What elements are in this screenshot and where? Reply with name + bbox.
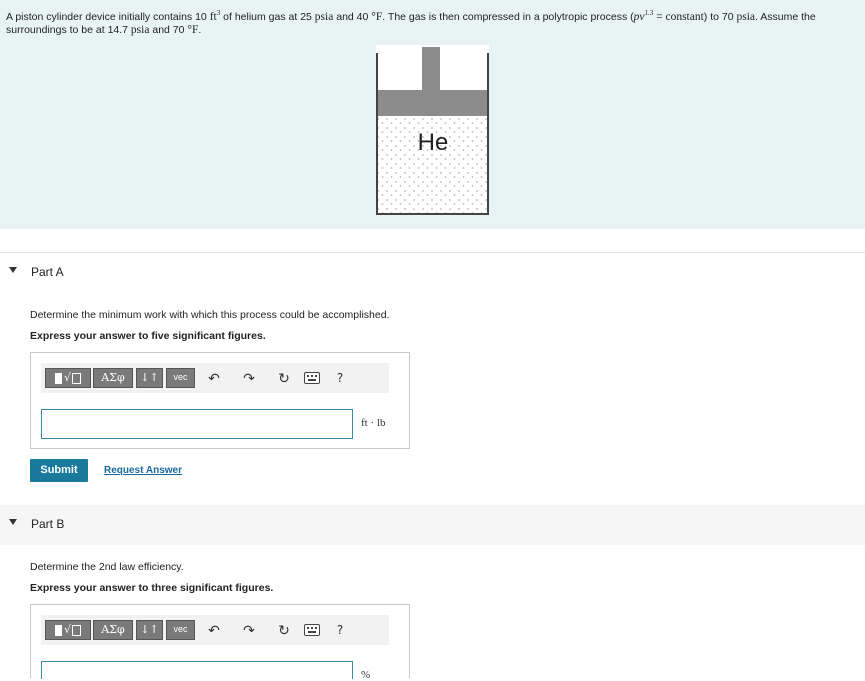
problem-text: and 40 — [333, 10, 372, 23]
part-a-answer-box: √ ΑΣφ ↓↑ vec ↶ ↷ ↻ ? ft · lb — [30, 352, 410, 449]
problem-statement: A piston cylinder device initially conta… — [6, 7, 861, 37]
templates-button[interactable]: √ — [45, 620, 91, 640]
unit-psia: psia — [314, 10, 334, 23]
part-b-answer-input[interactable] — [41, 661, 353, 679]
submit-button[interactable]: Submit — [30, 459, 88, 482]
unit-degf: °F — [371, 10, 383, 23]
part-b-unit: % — [361, 669, 371, 681]
template-box-icon — [54, 624, 62, 636]
piston-rod — [422, 47, 440, 91]
piston-head — [378, 90, 487, 116]
problem-text: . The gas is then compressed in a polytr… — [382, 10, 634, 23]
part-a-unit: ft · lb — [361, 417, 386, 429]
collapse-caret-icon[interactable] — [9, 267, 17, 273]
greek-symbols-button[interactable]: ΑΣφ — [93, 620, 133, 640]
gas-label: He — [418, 129, 449, 156]
part-b-title: Part B — [31, 517, 65, 531]
part-a-header[interactable]: Part A — [0, 253, 865, 293]
template-box-icon — [72, 624, 81, 636]
reset-icon[interactable]: ↻ — [275, 369, 293, 387]
undo-icon[interactable]: ↶ — [205, 369, 223, 387]
radical-icon: √ — [63, 371, 71, 384]
math-toolbar: √ ΑΣφ ↓↑ vec ↶ ↷ ↻ ? — [41, 363, 389, 393]
redo-icon[interactable]: ↷ — [240, 621, 258, 639]
unit-psia: psia — [736, 10, 756, 23]
undo-icon[interactable]: ↶ — [205, 621, 223, 639]
problem-text: A piston cylinder device initially conta… — [6, 10, 210, 23]
problem-statement-panel: A piston cylinder device initially conta… — [0, 0, 865, 229]
exponent-1-3: 1.3 — [644, 9, 654, 17]
part-b-prompt: Determine the 2nd law efficiency. — [30, 561, 184, 573]
math-constant: = constant — [653, 10, 704, 23]
piston-cylinder-figure: He — [376, 45, 489, 215]
templates-button[interactable]: √ — [45, 368, 91, 388]
help-icon[interactable]: ? — [331, 621, 349, 639]
part-a-instruction: Express your answer to five significant … — [30, 330, 266, 342]
math-toolbar: √ ΑΣφ ↓↑ vec ↶ ↷ ↻ ? — [41, 615, 389, 645]
part-b-answer-box: √ ΑΣφ ↓↑ vec ↶ ↷ ↻ ? % — [30, 604, 410, 681]
template-box-icon — [54, 372, 62, 384]
part-a-answer-input[interactable] — [41, 409, 353, 439]
redo-icon[interactable]: ↷ — [240, 369, 258, 387]
vector-button[interactable]: vec — [166, 620, 195, 640]
collapse-caret-icon[interactable] — [9, 519, 17, 525]
problem-text: ) to 70 — [703, 10, 737, 23]
problem-text: of helium gas at 25 — [220, 10, 315, 23]
part-a-prompt: Determine the minimum work with which th… — [30, 309, 390, 321]
request-answer-link[interactable]: Request Answer — [104, 465, 182, 476]
keyboard-icon[interactable] — [303, 369, 321, 387]
part-b-instruction: Express your answer to three significant… — [30, 582, 274, 594]
help-icon[interactable]: ? — [331, 369, 349, 387]
problem-text: . — [198, 23, 202, 36]
unit-ft: ft — [209, 10, 217, 23]
unit-ft3: ft3 — [209, 9, 221, 23]
problem-text: and 70 — [149, 23, 188, 36]
unit-psia: psia — [130, 23, 150, 36]
reset-icon[interactable]: ↻ — [275, 621, 293, 639]
part-b-header[interactable]: Part B — [0, 505, 865, 545]
math-pv: pv — [633, 10, 645, 23]
template-box-icon — [72, 372, 81, 384]
subscript-superscript-button[interactable]: ↓↑ — [136, 368, 163, 388]
unit-degf: °F — [187, 23, 199, 36]
radical-icon: √ — [63, 623, 71, 636]
polytropic-equation: pv1.3 = constant — [633, 9, 704, 23]
greek-symbols-button[interactable]: ΑΣφ — [93, 368, 133, 388]
part-a-title: Part A — [31, 265, 64, 279]
keyboard-icon[interactable] — [303, 621, 321, 639]
subscript-superscript-button[interactable]: ↓↑ — [136, 620, 163, 640]
vector-button[interactable]: vec — [166, 368, 195, 388]
